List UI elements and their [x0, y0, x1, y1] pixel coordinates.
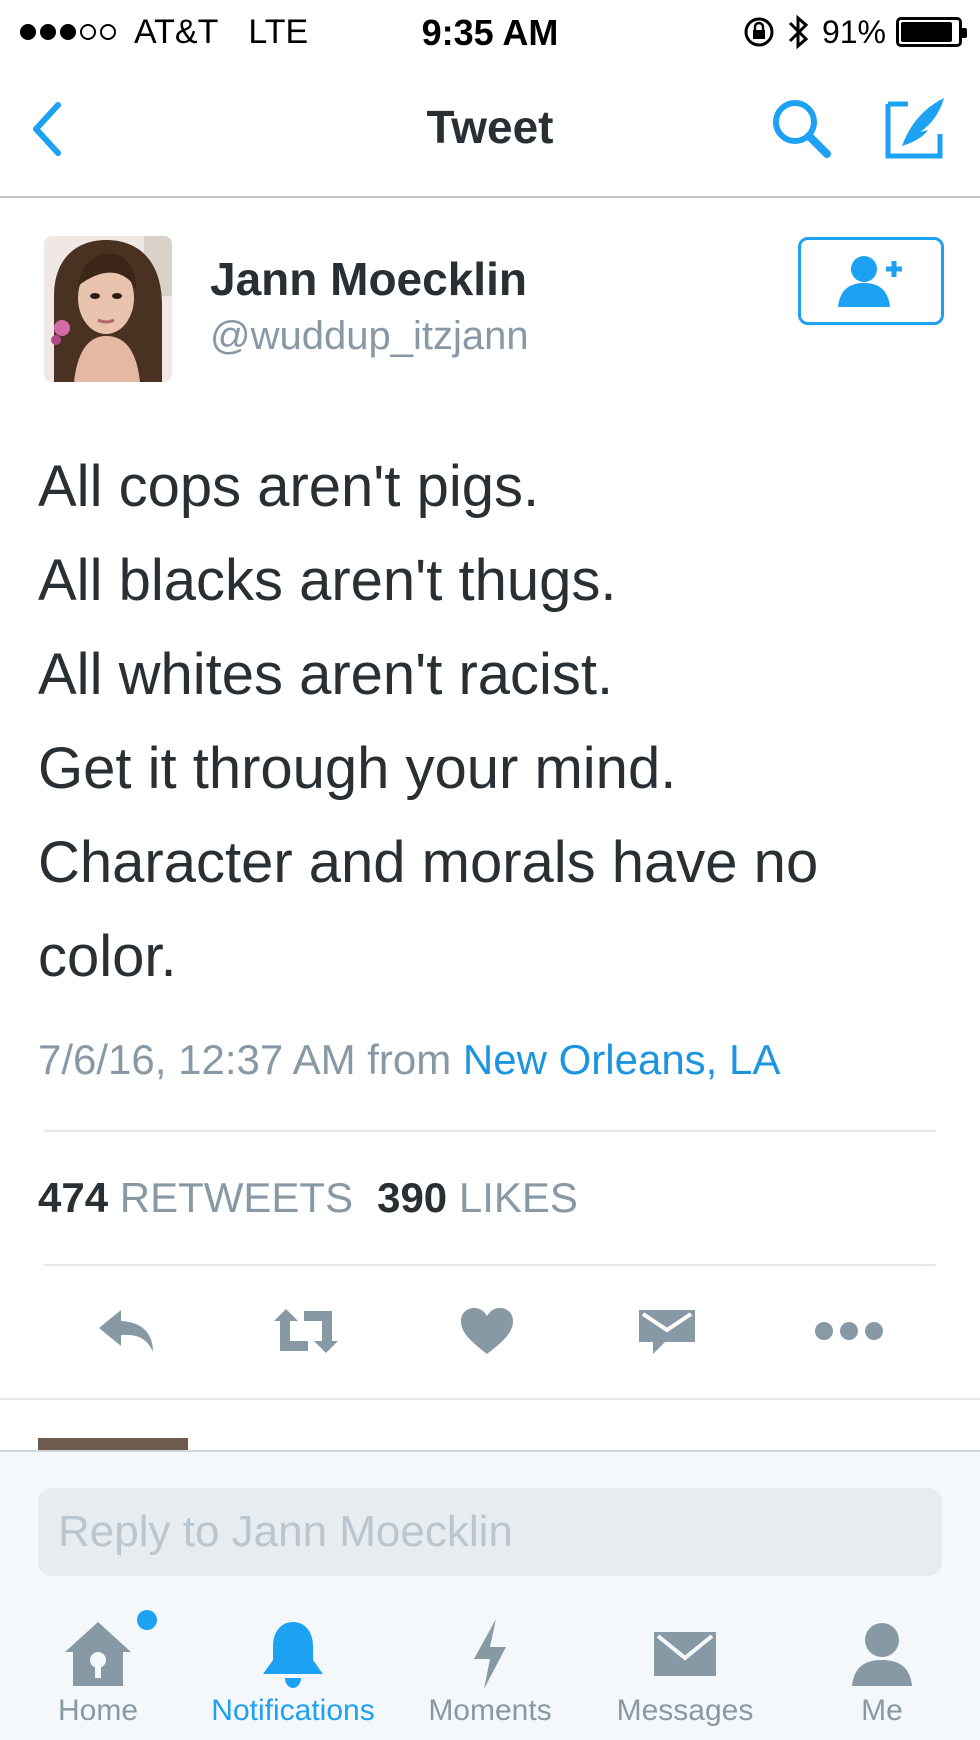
tab-messages[interactable]: Messages — [610, 1580, 760, 1740]
reply-input[interactable] — [38, 1488, 942, 1576]
compose-button[interactable] — [875, 90, 955, 166]
status-right: 91% — [742, 12, 967, 52]
retweet-icon — [274, 1309, 338, 1353]
search-button[interactable] — [765, 92, 837, 164]
location-link[interactable]: New Orleans, LA — [463, 1036, 780, 1083]
tweet-stats: 474 RETWEETS 390 LIKES — [38, 1174, 578, 1222]
divider — [44, 1130, 936, 1132]
avatar[interactable] — [44, 236, 172, 382]
heart-icon — [461, 1308, 513, 1354]
tab-label: Notifications — [211, 1694, 375, 1727]
tab-moments[interactable]: Moments — [420, 1580, 560, 1740]
battery-percent: 91% — [821, 13, 886, 50]
person-icon — [850, 1614, 914, 1694]
rotation-lock-icon — [744, 17, 774, 47]
tab-home[interactable]: Home — [38, 1580, 158, 1740]
direct-message-icon — [639, 1310, 695, 1354]
author-name[interactable]: Jann Moecklin — [210, 252, 527, 306]
bluetooth-icon — [788, 14, 809, 50]
home-icon — [61, 1610, 157, 1694]
likes-label[interactable]: LIKES — [459, 1174, 578, 1221]
reply-button[interactable] — [84, 1296, 170, 1366]
status-bar: AT&T LTE 9:35 AM 91% — [0, 0, 980, 64]
search-icon — [773, 100, 831, 158]
compose-icon — [885, 98, 944, 159]
envelope-icon — [652, 1614, 718, 1694]
likes-count[interactable]: 390 — [377, 1174, 447, 1221]
more-button[interactable] — [806, 1296, 892, 1366]
more-icon — [815, 1322, 883, 1340]
divider — [44, 1264, 936, 1266]
author-handle[interactable]: @wuddup_itzjann — [210, 314, 529, 359]
tab-label: Home — [57, 1694, 139, 1727]
tab-bar: Home Notifications Moments Messages Me — [0, 1580, 980, 1740]
retweets-label[interactable]: RETWEETS — [120, 1174, 353, 1221]
tweet-text-line: All blacks aren't thugs. — [38, 548, 617, 613]
tweet-text-line: Get it through your mind. — [38, 736, 677, 801]
tab-label: Me — [861, 1694, 903, 1727]
tweet-text: All cops aren't pigs. All blacks aren't … — [38, 440, 958, 1004]
next-reply-peek[interactable] — [0, 1400, 980, 1452]
direct-message-button[interactable] — [624, 1296, 710, 1366]
navigation-bar: Tweet — [0, 64, 980, 198]
tab-notifications[interactable]: Notifications — [198, 1580, 388, 1740]
tweet-timestamp: 7/6/16, 12:37 AM — [38, 1036, 356, 1083]
tweet-text-line: color. — [38, 924, 177, 989]
retweet-button[interactable] — [263, 1296, 349, 1366]
follow-button[interactable] — [798, 237, 944, 325]
tweet-meta: 7/6/16, 12:37 AM from New Orleans, LA — [38, 1036, 780, 1084]
from-label: from — [367, 1036, 452, 1083]
tab-label: Moments — [428, 1694, 552, 1727]
tweet-text-line: Character and morals have no — [38, 830, 819, 895]
add-user-icon — [838, 256, 902, 307]
new-content-dot — [137, 1610, 157, 1630]
battery-icon — [896, 17, 967, 47]
bell-icon — [261, 1614, 325, 1694]
lightning-icon — [470, 1614, 510, 1694]
tab-label: Messages — [616, 1694, 754, 1727]
tweet-text-line: All whites aren't racist. — [38, 642, 614, 707]
reply-bar — [0, 1450, 980, 1580]
tab-me[interactable]: Me — [832, 1580, 932, 1740]
retweets-count[interactable]: 474 — [38, 1174, 108, 1221]
tweet-text-line: All cops aren't pigs. — [38, 454, 540, 519]
like-button[interactable] — [444, 1296, 530, 1366]
reply-icon — [99, 1310, 153, 1352]
